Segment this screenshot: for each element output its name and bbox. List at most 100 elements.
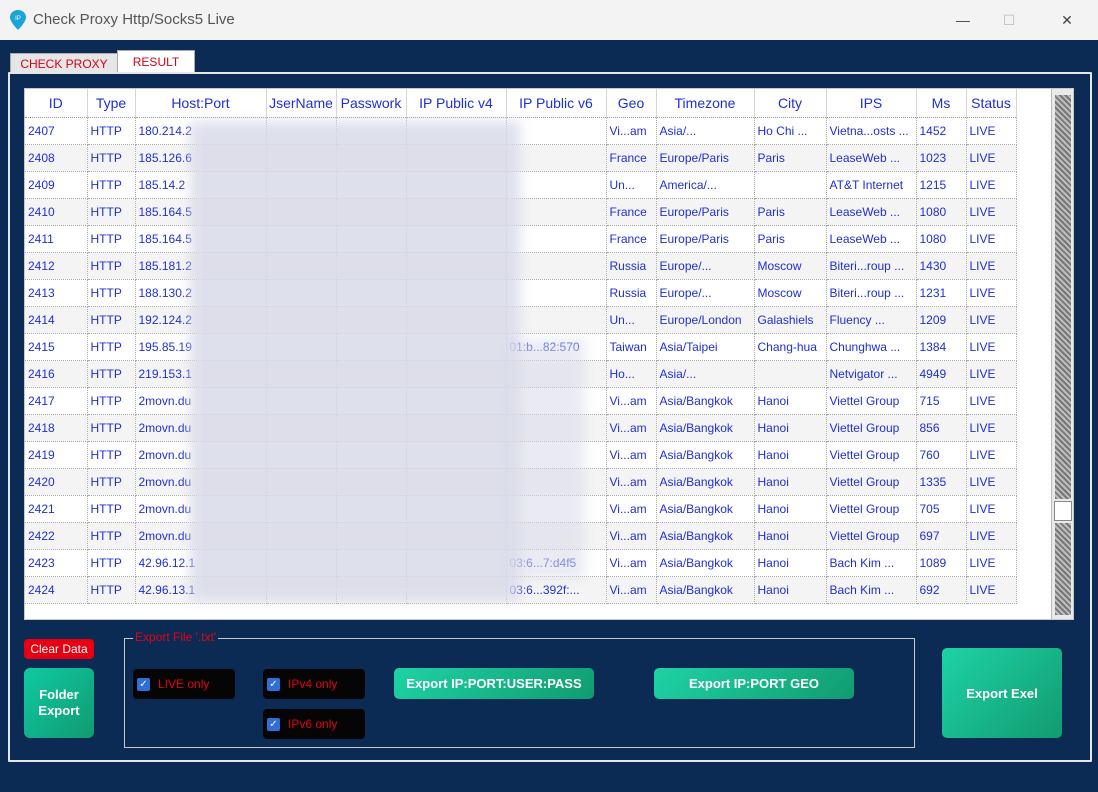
ipv4-only-checkbox[interactable]: ✓ IPv4 only — [263, 669, 365, 699]
result-grid[interactable]: ID Type Host:Port JserName Passwork IP Public… — [24, 88, 1074, 620]
column-header[interactable]: JserName — [266, 89, 337, 118]
tab-check-proxy[interactable]: CHECK PROXY — [10, 53, 118, 73]
table-cell: LIVE — [966, 495, 1017, 523]
table-cell: Asia/... — [656, 360, 755, 388]
column-header[interactable]: IP Public v6 — [506, 89, 607, 118]
table-cell: 692 — [916, 576, 967, 604]
column-header[interactable]: Status — [966, 89, 1017, 118]
table-cell: HTTP — [87, 333, 136, 361]
table-row[interactable]: 2424 HTTP 42.96.13.1 03:6...392f:... Vi...am… — [25, 576, 1017, 604]
close-button[interactable]: ✕ — [1044, 0, 1090, 40]
table-cell: Asia/Bangkok — [656, 441, 755, 469]
table-cell: Hanoi — [754, 522, 827, 550]
table-cell: Hanoi — [754, 468, 827, 496]
table-cell: Hanoi — [754, 549, 827, 577]
table-cell: Viettel Group — [826, 468, 917, 496]
table-cell: 4949 — [916, 360, 967, 388]
table-cell: LIVE — [966, 252, 1017, 280]
table-cell: Vi...am — [606, 576, 657, 604]
column-header[interactable]: IP Public v4 — [406, 89, 507, 118]
table-cell: 715 — [916, 387, 967, 415]
table-cell: Moscow — [754, 279, 827, 307]
table-cell: HTTP — [87, 198, 136, 226]
export-ip-port-user-pass-button[interactable]: Export IP:PORT:USER:PASS — [394, 668, 594, 699]
table-cell: 2417 — [25, 387, 88, 415]
column-header[interactable]: Timezone — [656, 89, 755, 118]
vertical-scrollbar[interactable] — [1051, 89, 1073, 619]
table-row[interactable]: 2408 HTTP 185.126.6 France Europe/Paris Paris… — [25, 144, 1017, 172]
table-cell: 856 — [916, 414, 967, 442]
table-cell: 2421 — [25, 495, 88, 523]
table-cell — [506, 225, 607, 253]
table-cell: Europe/... — [656, 279, 755, 307]
live-only-checkbox[interactable]: ✓ LIVE only — [133, 669, 235, 699]
export-excel-button[interactable]: Export Exel — [942, 648, 1062, 738]
folder-export-button[interactable]: Folder Export — [24, 668, 94, 738]
column-header[interactable]: City — [754, 89, 827, 118]
ipv6-only-checkbox[interactable]: ✓ IPv6 only — [263, 709, 365, 739]
table-cell: 2415 — [25, 333, 88, 361]
table-cell: 2411 — [25, 225, 88, 253]
table-cell — [506, 306, 607, 334]
table-cell: HTTP — [87, 522, 136, 550]
table-cell: 1430 — [916, 252, 967, 280]
title-bar: IP Check Proxy Http/Socks5 Live — ☐ ✕ — [0, 0, 1098, 41]
column-header[interactable]: Passwork — [336, 89, 407, 118]
column-header[interactable]: Host:Port — [135, 89, 267, 118]
table-cell: France — [606, 225, 657, 253]
table-cell: Paris — [754, 144, 827, 172]
result-panel: ID Type Host:Port JserName Passwork IP Public… — [8, 72, 1092, 762]
table-cell: LIVE — [966, 225, 1017, 253]
table-row[interactable]: 2411 HTTP 185.164.5 France Europe/Paris Paris… — [25, 225, 1017, 253]
export-ip-port-geo-button[interactable]: Export IP:PORT GEO — [654, 668, 854, 699]
table-cell: Vi...am — [606, 549, 657, 577]
column-header[interactable]: ID — [25, 89, 88, 118]
minimize-button[interactable]: — — [940, 0, 986, 40]
table-cell: 2422 — [25, 522, 88, 550]
svg-text:IP: IP — [15, 16, 21, 22]
redacted-region — [190, 121, 520, 601]
maximize-button[interactable]: ☐ — [986, 0, 1032, 40]
table-cell: 697 — [916, 522, 967, 550]
column-header[interactable]: IPS — [826, 89, 917, 118]
table-cell: LIVE — [966, 414, 1017, 442]
table-cell: Europe/Paris — [656, 198, 755, 226]
table-cell: LIVE — [966, 549, 1017, 577]
table-row[interactable]: 2413 HTTP 188.130.2 Russia Europe/... Moscow B… — [25, 279, 1017, 307]
table-cell: LIVE — [966, 117, 1017, 145]
table-cell: Vi...am — [606, 414, 657, 442]
table-cell: Bach Kim ... — [826, 549, 917, 577]
main-area: CHECK PROXY RESULT ID Type Host:Port JserNa… — [0, 40, 1098, 792]
table-row[interactable]: 2407 HTTP 180.214.2 Vi...am Asia/... Ho Chi .… — [25, 117, 1017, 145]
table-cell: 1080 — [916, 198, 967, 226]
table-row[interactable]: 2414 HTTP 192.124.2 Un... Europe/London Galas… — [25, 306, 1017, 334]
table-cell: Viettel Group — [826, 495, 917, 523]
table-cell: Viettel Group — [826, 441, 917, 469]
table-cell: 1209 — [916, 306, 967, 334]
table-cell: Un... — [606, 171, 657, 199]
export-group-label: Export File '.txt' — [133, 630, 219, 644]
table-cell: HTTP — [87, 144, 136, 172]
table-cell: Galashiels — [754, 306, 827, 334]
table-cell: 03:6...392f:... — [506, 576, 607, 604]
column-header[interactable]: Type — [87, 89, 136, 118]
column-header[interactable]: Ms — [916, 89, 967, 118]
scroll-thumb[interactable] — [1054, 501, 1072, 521]
table-row[interactable]: 2410 HTTP 185.164.5 France Europe/Paris Paris… — [25, 198, 1017, 226]
table-cell: 1023 — [916, 144, 967, 172]
table-cell: Asia/Bangkok — [656, 495, 755, 523]
table-row[interactable]: 2412 HTTP 185.181.2 Russia Europe/... Moscow B… — [25, 252, 1017, 280]
tab-result[interactable]: RESULT — [117, 50, 195, 73]
table-cell: Vi...am — [606, 522, 657, 550]
window-title: Check Proxy Http/Socks5 Live — [33, 11, 235, 28]
column-header[interactable]: Geo — [606, 89, 657, 118]
live-only-label: LIVE only — [158, 677, 210, 691]
table-cell: Asia/Bangkok — [656, 549, 755, 577]
clear-data-button[interactable]: Clear Data — [24, 639, 94, 659]
table-cell: LIVE — [966, 279, 1017, 307]
table-cell: Europe/Paris — [656, 144, 755, 172]
table-cell: Asia/Bangkok — [656, 576, 755, 604]
table-row[interactable]: 2409 HTTP 185.14.2 Un... America/... AT&T Int… — [25, 171, 1017, 199]
table-cell: 2413 — [25, 279, 88, 307]
table-cell: 2416 — [25, 360, 88, 388]
